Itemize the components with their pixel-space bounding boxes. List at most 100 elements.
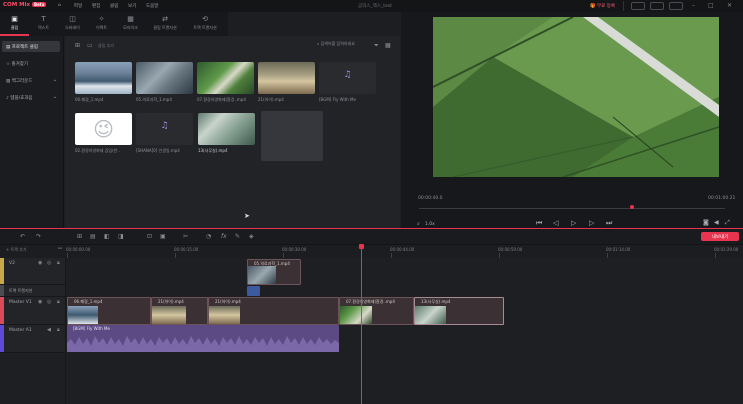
- media-thumb[interactable]: ♫: [136, 113, 193, 145]
- register-button[interactable]: 🎁 무료 등록: [582, 1, 624, 11]
- volume-icon[interactable]: ◀: [47, 327, 51, 333]
- pen-icon[interactable]: ✎: [235, 233, 240, 240]
- speed-icon[interactable]: ◔: [206, 233, 211, 240]
- track-color: [0, 297, 4, 324]
- audio-waveform: [67, 336, 339, 352]
- star-icon: ☆: [6, 62, 11, 67]
- crop-icon[interactable]: ⊡: [147, 233, 152, 240]
- timeline-ruler[interactable]: + 트랙 추가 ⚯ 00:00:00.00 00:00:15.00 00:00:…: [0, 245, 743, 258]
- mosaic-icon: ▦: [127, 15, 134, 23]
- menu-help[interactable]: 도움말: [146, 3, 158, 9]
- skip-end-icon[interactable]: ⏭: [606, 219, 612, 228]
- tab-clip[interactable]: ▣ 클립: [0, 12, 29, 36]
- merge-icon[interactable]: ◨: [118, 233, 124, 240]
- app-logo: COM Mix Beta: [3, 2, 47, 8]
- media-thumb[interactable]: [197, 62, 254, 94]
- media-thumb[interactable]: ♫: [319, 62, 376, 94]
- volume-icon[interactable]: ◀: [714, 219, 719, 226]
- maximize-icon[interactable]: □: [708, 2, 714, 9]
- track-color: [0, 325, 4, 352]
- add-file-icon[interactable]: ⊞: [75, 42, 80, 49]
- timeline-clip[interactable]: 06.폐경_1.mp4: [67, 297, 151, 325]
- track-header-transition[interactable]: 트랙 트랜지션: [0, 285, 66, 297]
- track-header-v1[interactable]: Master V1 ◉ ◎ 🔒︎: [0, 297, 66, 325]
- user-button[interactable]: [650, 2, 664, 10]
- media-thumb[interactable]: [75, 62, 132, 94]
- visibility-icon[interactable]: ◉: [38, 299, 42, 305]
- track-header-a1[interactable]: Master A1 ◀ 🔒︎: [0, 325, 66, 353]
- add-media-icon[interactable]: ⊞: [77, 233, 82, 240]
- clip-thumbnail: [248, 266, 276, 284]
- lock-icon[interactable]: 🔒︎: [57, 327, 60, 333]
- fx-icon[interactable]: fx: [221, 233, 227, 240]
- emoji-thumbs-up-icon: 😉: [93, 117, 114, 141]
- media-thumb[interactable]: [136, 62, 193, 94]
- tab-effect[interactable]: ✧ 이펙트: [87, 12, 116, 36]
- timeline-clip[interactable]: 21(하이).mp4: [151, 297, 208, 325]
- ruler-label: 00:00:00.00: [66, 247, 91, 252]
- tab-text[interactable]: T 텍스트: [29, 12, 58, 36]
- search-input[interactable]: ⌕ 검색어를 입력하세요: [317, 41, 381, 50]
- rotate-icon[interactable]: ▣: [160, 233, 166, 240]
- menu-edit[interactable]: 편집: [92, 3, 100, 9]
- layout-button[interactable]: [631, 2, 645, 10]
- add-folder-icon[interactable]: ▭: [87, 42, 93, 49]
- playhead-handle[interactable]: [359, 244, 364, 249]
- menu-view[interactable]: 보기: [128, 3, 136, 9]
- playhead[interactable]: [361, 245, 362, 404]
- step-forward-icon[interactable]: ▷: [589, 219, 594, 227]
- sidebar-item-background[interactable]: ▨ 백그라운드 ⌄: [2, 75, 60, 86]
- zoom-level[interactable]: 1.0x: [425, 222, 435, 227]
- media-thumb[interactable]: 😉: [75, 113, 132, 145]
- tab-mosaic[interactable]: ▦ 모자이크: [116, 12, 145, 36]
- redo-icon[interactable]: ↷: [36, 233, 41, 240]
- menu-file[interactable]: 파일: [74, 3, 82, 9]
- sidebar-item-sound[interactable]: ♪ 템플/효과음 ⌄: [2, 92, 60, 103]
- timeline-clip[interactable]: 07.환경의영화제(환경..mp4: [339, 297, 414, 325]
- close-icon[interactable]: ✕: [727, 2, 732, 9]
- top-bar: COM Mix Beta ⌂ 파일 편집 클립 보기 도움말 곰믹스_맥스_tes…: [0, 0, 743, 12]
- preview-seekbar[interactable]: [419, 208, 725, 209]
- timeline-clip[interactable]: 21(하이).mp4: [208, 297, 339, 325]
- timeline-clip-selected[interactable]: 13(사무실).mp4: [414, 297, 504, 325]
- eye-icon[interactable]: ◎: [47, 260, 51, 266]
- split-icon[interactable]: ◧: [104, 233, 110, 240]
- add-track-button[interactable]: + 트랙 추가: [6, 247, 27, 253]
- lock-icon[interactable]: 🔒︎: [57, 299, 60, 305]
- sidebar-item-project-clips[interactable]: ▤ 프로젝트 클립: [2, 41, 60, 52]
- menu-clip[interactable]: 클립: [110, 3, 118, 9]
- transition-marker[interactable]: [247, 286, 260, 296]
- home-icon[interactable]: ⌂: [58, 3, 61, 8]
- trim-icon[interactable]: ▤: [90, 233, 96, 240]
- tab-overlay[interactable]: ◫ 오버레이: [58, 12, 87, 36]
- seekbar-handle[interactable]: [630, 205, 634, 209]
- skip-start-icon[interactable]: ⏮: [536, 219, 542, 228]
- media-thumb[interactable]: [198, 113, 255, 145]
- cut-icon[interactable]: ✂: [183, 233, 188, 240]
- media-item-name: [SHANA]0] 인생일.mp4: [136, 148, 180, 153]
- play-icon[interactable]: ▷: [571, 219, 576, 227]
- tab-track-transition[interactable]: ⟲ 트랙 트랜지션: [185, 12, 225, 36]
- lock-icon[interactable]: 🔒︎: [57, 260, 60, 266]
- settings-button[interactable]: [669, 2, 683, 10]
- grid-view-icon[interactable]: ▦: [385, 42, 391, 49]
- media-thumb[interactable]: [258, 62, 315, 94]
- zoom-icon[interactable]: ⌕: [417, 221, 420, 227]
- snapshot-icon[interactable]: ◙: [703, 219, 709, 226]
- audio-clip[interactable]: [BGM] Fly With Me: [67, 325, 339, 352]
- fullscreen-icon[interactable]: ⤢: [725, 219, 730, 227]
- music-note-icon: ♫: [343, 70, 352, 80]
- export-button[interactable]: 내보내기: [701, 232, 739, 241]
- marker-icon[interactable]: ◈: [249, 233, 254, 240]
- eye-icon[interactable]: ◎: [47, 299, 51, 305]
- sidebar-item-favorites[interactable]: ☆ 즐겨찾기: [2, 58, 60, 69]
- timeline-clip[interactable]: 05.의료과학_1.mp4: [247, 259, 301, 285]
- undo-icon[interactable]: ↶: [20, 233, 25, 240]
- tab-clip-transition[interactable]: ⇄ 클립 트랜지션: [145, 12, 185, 36]
- track-header-v2[interactable]: V2 ◉ ◎ 🔒︎: [0, 258, 66, 285]
- minimize-icon[interactable]: –: [692, 2, 695, 9]
- filter-icon[interactable]: ⏷: [374, 42, 379, 50]
- step-back-icon[interactable]: ◁: [553, 219, 558, 227]
- link-icon[interactable]: ⚯: [58, 246, 62, 252]
- visibility-icon[interactable]: ◉: [38, 260, 42, 266]
